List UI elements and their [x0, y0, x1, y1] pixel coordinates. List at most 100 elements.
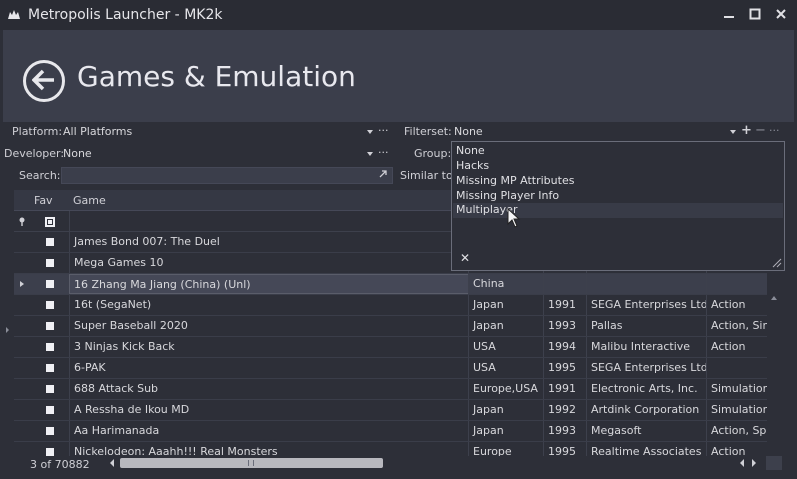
cell-year[interactable]: 1995: [543, 442, 586, 456]
filterset-chevron-down-icon[interactable]: [730, 130, 736, 134]
cell-game[interactable]: 16 Zhang Ma Jiang (China) (Unl): [69, 274, 469, 294]
cell-game[interactable]: 3 Ninjas Kick Back: [69, 337, 469, 357]
fav-filter-checkbox[interactable]: [45, 217, 55, 227]
cell-genre[interactable]: Simulation: [706, 379, 767, 399]
scroll-up-icon[interactable]: [771, 296, 777, 300]
developer-select[interactable]: None: [63, 147, 92, 160]
cell-genre[interactable]: Action: [706, 337, 767, 357]
cell-genre[interactable]: Action: [706, 295, 767, 315]
scroll-right-icon[interactable]: [752, 459, 756, 467]
platform-chevron-down-icon[interactable]: [367, 130, 373, 134]
cell-game[interactable]: 16t (SegaNet): [69, 295, 469, 315]
fav-checkbox[interactable]: [46, 280, 54, 288]
fav-checkbox[interactable]: [46, 427, 54, 435]
maximize-icon[interactable]: [747, 5, 763, 23]
search-input[interactable]: [61, 167, 393, 184]
cell-genre[interactable]: Action, Simu: [706, 316, 767, 336]
dropdown-option-missing-player-info[interactable]: Missing Player Info: [456, 189, 559, 202]
table-row[interactable]: 3 Ninjas Kick Back USA 1994 Malibu Interact…: [14, 337, 767, 358]
developer-more-button[interactable]: ···: [378, 146, 389, 159]
cell-game[interactable]: 6-PAK: [69, 358, 469, 378]
fav-checkbox[interactable]: [46, 406, 54, 414]
cell-game[interactable]: Nickelodeon: Aaahh!!! Real Monsters: [69, 442, 469, 456]
back-button[interactable]: [23, 60, 65, 102]
cell-publisher[interactable]: SEGA Enterprises Ltd.: [586, 295, 706, 315]
cell-publisher[interactable]: SEGA Enterprises Ltd.: [586, 358, 706, 378]
table-row[interactable]: Super Baseball 2020 Japan 1993 Pallas Action…: [14, 316, 767, 337]
cell-publisher[interactable]: Electronic Arts, Inc.: [586, 379, 706, 399]
horizontal-scroll-thumb[interactable]: [120, 458, 383, 468]
cell-genre[interactable]: [706, 358, 767, 378]
scroll-page-left-icon[interactable]: [740, 459, 744, 467]
cell-region[interactable]: Japan: [468, 400, 543, 420]
cell-year[interactable]: 1993: [543, 316, 586, 336]
table-row[interactable]: A Ressha de Ikou MD Japan 1992 Artdink Corp…: [14, 400, 767, 421]
fav-checkbox[interactable]: [46, 385, 54, 393]
fav-checkbox[interactable]: [46, 238, 54, 246]
resize-grip-icon[interactable]: [772, 258, 782, 268]
vertical-scrollbar[interactable]: [768, 268, 793, 458]
cell-publisher[interactable]: Artdink Corporation: [586, 400, 706, 420]
cell-publisher[interactable]: Realtime Associates: [586, 442, 706, 456]
clear-search-icon[interactable]: [378, 169, 388, 182]
scroll-left-icon[interactable]: [110, 459, 114, 467]
table-row[interactable]: Nickelodeon: Aaahh!!! Real Monsters Europ…: [14, 442, 767, 456]
filterset-select[interactable]: None: [454, 125, 483, 138]
cell-year[interactable]: 1991: [543, 295, 586, 315]
expand-panel-icon[interactable]: [6, 327, 9, 333]
cell-genre[interactable]: Simulation,: [706, 400, 767, 420]
dropdown-option-hacks[interactable]: Hacks: [456, 159, 489, 172]
table-row[interactable]: 688 Attack Sub Europe,USA 1991 Electronic A…: [14, 379, 767, 400]
table-row[interactable]: 16 Zhang Ma Jiang (China) (Unl) China: [14, 274, 767, 295]
cell-game[interactable]: A Ressha de Ikou MD: [69, 400, 469, 420]
platform-more-button[interactable]: ···: [378, 124, 389, 137]
game-filter-input[interactable]: [69, 211, 471, 231]
platform-select[interactable]: All Platforms: [63, 125, 132, 138]
cell-year[interactable]: 1991: [543, 379, 586, 399]
column-header-fav[interactable]: Fav: [34, 194, 53, 207]
cell-year[interactable]: [543, 274, 586, 294]
cell-genre[interactable]: [706, 274, 767, 294]
cell-region[interactable]: USA: [468, 337, 543, 357]
fav-checkbox[interactable]: [46, 343, 54, 351]
fav-checkbox[interactable]: [46, 301, 54, 309]
cell-year[interactable]: 1994: [543, 337, 586, 357]
column-header-game[interactable]: Game: [73, 194, 106, 207]
dropdown-option-none[interactable]: None: [456, 144, 485, 157]
cell-genre[interactable]: Action: [706, 442, 767, 456]
horizontal-scrollbar[interactable]: [120, 457, 765, 469]
cell-region[interactable]: Japan: [468, 421, 543, 441]
fav-checkbox[interactable]: [46, 322, 54, 330]
cell-region[interactable]: Europe,USA: [468, 379, 543, 399]
cell-game[interactable]: Mega Games 10: [69, 253, 469, 273]
cell-game[interactable]: James Bond 007: The Duel: [69, 232, 469, 252]
fav-checkbox[interactable]: [46, 259, 54, 267]
cell-game[interactable]: Aa Harimanada: [69, 421, 469, 441]
cell-region[interactable]: China: [468, 274, 543, 294]
cell-publisher[interactable]: Malibu Interactive: [586, 337, 706, 357]
filter-pin-icon[interactable]: [18, 217, 26, 230]
cell-publisher[interactable]: Pallas: [586, 316, 706, 336]
dropdown-option-missing-mp-attributes[interactable]: Missing MP Attributes: [456, 174, 574, 187]
cell-year[interactable]: 1993: [543, 421, 586, 441]
cell-genre[interactable]: Action, Spo: [706, 421, 767, 441]
cell-region[interactable]: Japan: [468, 316, 543, 336]
cell-publisher[interactable]: [586, 274, 706, 294]
table-row[interactable]: 16t (SegaNet) Japan 1991 SEGA Enterprises L…: [14, 295, 767, 316]
fav-checkbox[interactable]: [46, 448, 54, 456]
cell-year[interactable]: 1995: [543, 358, 586, 378]
dropdown-close-icon[interactable]: ✕: [460, 251, 470, 265]
cell-region[interactable]: USA: [468, 358, 543, 378]
cell-region[interactable]: Japan: [468, 295, 543, 315]
minimize-icon[interactable]: [721, 5, 737, 23]
filterset-more-button[interactable]: ···: [769, 124, 780, 137]
table-row[interactable]: 6-PAK USA 1995 SEGA Enterprises Ltd.: [14, 358, 767, 379]
filterset-remove-button[interactable]: −: [755, 123, 766, 138]
cell-year[interactable]: 1992: [543, 400, 586, 420]
cell-publisher[interactable]: Megasoft: [586, 421, 706, 441]
dropdown-option-multiplayer[interactable]: Multiplayer: [453, 203, 783, 218]
table-row[interactable]: Aa Harimanada Japan 1993 Megasoft Action, Sp…: [14, 421, 767, 442]
filterset-add-button[interactable]: +: [741, 123, 752, 138]
cell-region[interactable]: Europe: [468, 442, 543, 456]
fav-checkbox[interactable]: [46, 364, 54, 372]
